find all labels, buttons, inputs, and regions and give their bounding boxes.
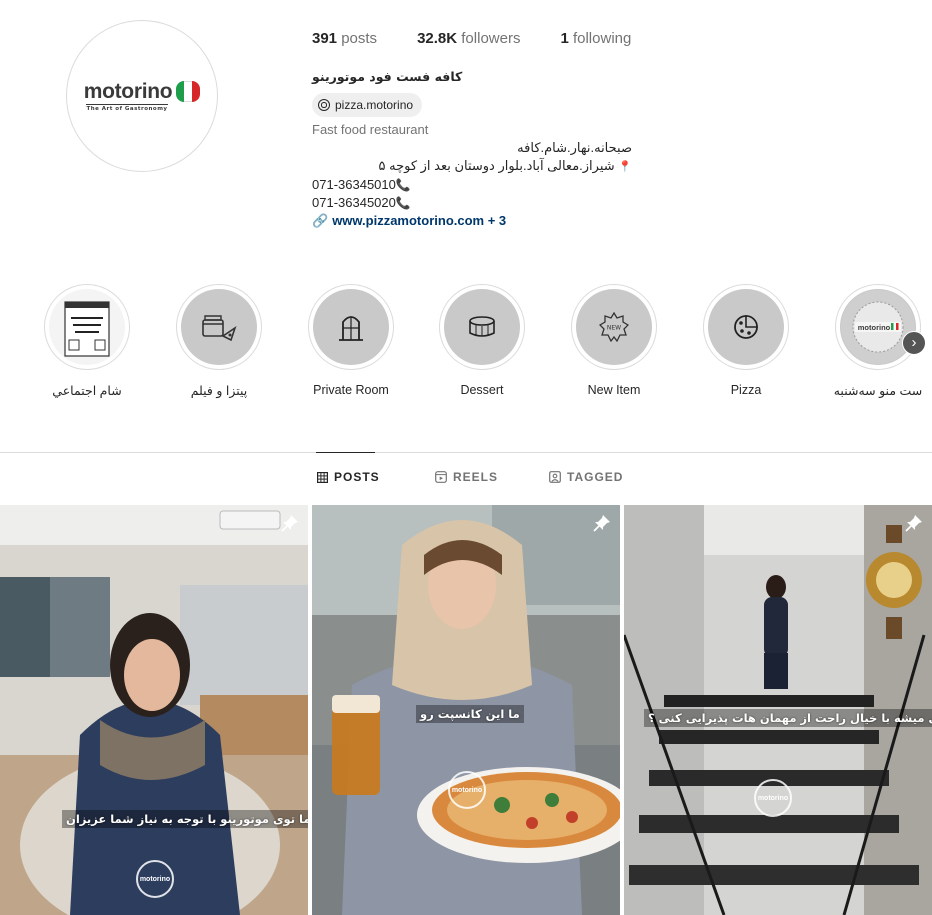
profile-stats: 391 posts 32.8K followers 1 following [312, 30, 671, 47]
phone-emoji-icon: 📞 [395, 196, 411, 210]
post-caption: ما توی موتورینو با توجه به نیاز شما عزیز… [62, 810, 308, 828]
highlight-ring [176, 284, 262, 370]
tab-posts[interactable]: POSTS [317, 470, 380, 484]
reels-icon [435, 471, 447, 483]
highlight-ring [308, 284, 394, 370]
profile-avatar[interactable]: motorino The Art of Gastronomy [66, 20, 218, 172]
post-tile[interactable]: ما این کانسپت رو motorino [312, 505, 620, 915]
film-pizza-icon [181, 289, 257, 365]
highlight-item[interactable]: Pizza [696, 284, 796, 397]
pizza-icon [708, 289, 784, 365]
highlight-ring: NEW [571, 284, 657, 370]
followers-stat[interactable]: 32.8K followers [417, 30, 520, 47]
bio-hours: صبحانه.نهار.شام.کافه [517, 140, 632, 155]
italian-flag-icon [176, 80, 201, 102]
motorino-logo: motorino [83, 79, 201, 103]
bio-phone-1: 071-36345010 [312, 177, 396, 192]
following-count: 1 [560, 30, 569, 47]
poster-icon [49, 289, 125, 365]
profile-category: Fast food restaurant [312, 122, 429, 137]
story-highlights: شام اجتماعي پیتزا و فیلم Private Room De… [0, 284, 932, 404]
highlight-item[interactable]: NEW New Item [564, 284, 664, 397]
grid-icon [317, 471, 328, 483]
highlight-ring [703, 284, 789, 370]
logo-word: motorino [83, 79, 173, 103]
posts-count: 391 [312, 30, 338, 47]
pinned-post-icon [281, 515, 298, 532]
svg-text:motorino: motorino [858, 323, 891, 332]
highlight-item[interactable]: شام اجتماعي [37, 284, 137, 398]
post-caption: ما این کانسپت رو [416, 705, 524, 723]
motorino-watermark: motorino [136, 860, 174, 898]
bio-address: شیراز.معالی آباد.بلوار دوستان بعد از کوچ… [378, 158, 615, 173]
highlights-next-button[interactable]: › [902, 331, 926, 355]
profile-full-name: کافه فست فود موتورینو [312, 69, 463, 84]
bio-link[interactable]: 🔗 www.pizzamotorino.com + 3 [312, 212, 632, 230]
watermark-text: motorino [757, 794, 789, 802]
post-tile[interactable]: چطوری میشه با خیال راحت از مهمان هات پذی… [624, 505, 932, 915]
watermark-text: motorino [139, 875, 171, 883]
motorino-watermark: motorino [448, 771, 486, 809]
tab-tagged[interactable]: TAGGED [549, 470, 623, 484]
link-icon: 🔗 [312, 213, 329, 228]
highlight-label: New Item [587, 383, 641, 397]
tab-reels[interactable]: REELS [435, 470, 498, 484]
new-badge-icon: NEW [576, 289, 652, 365]
bio-phone-2: 071-36345020 [312, 195, 396, 210]
logo-tagline: The Art of Gastronomy [86, 103, 168, 112]
following-stat[interactable]: 1 following [560, 30, 631, 47]
highlight-item[interactable]: پیتزا و فیلم [169, 284, 269, 398]
highlight-ring [439, 284, 525, 370]
highlight-ring [44, 284, 130, 370]
watermark-text: motorino [451, 786, 483, 794]
motorino-logo-icon: motorino [840, 289, 916, 365]
active-tab-indicator [316, 452, 375, 453]
tagged-icon [549, 471, 561, 483]
pin-emoji-icon: 📍 [618, 161, 632, 173]
threads-badge[interactable]: pizza.motorino [312, 93, 423, 117]
highlight-label: Dessert [460, 383, 504, 397]
post-tile[interactable]: ما توی موتورینو با توجه به نیاز شما عزیز… [0, 505, 308, 915]
bio-phone-1-line: 071-36345010📞 [312, 176, 632, 194]
posts-label: posts [341, 30, 378, 47]
pinned-post-icon [905, 515, 922, 532]
profile-bio: کافه فست فود موتورینو pizza.motorino Fas… [312, 68, 632, 230]
highlight-label: شام اجتماعي [52, 384, 122, 398]
bio-link-text: www.pizzamotorino.com + 3 [332, 213, 507, 228]
posts-stat: 391 posts [312, 30, 377, 47]
tab-tagged-label: TAGGED [567, 470, 624, 484]
phone-emoji-icon: 📞 [395, 178, 411, 192]
followers-count: 32.8K [417, 30, 458, 47]
highlight-item[interactable]: Dessert [432, 284, 532, 397]
bio-address-line: 📍 شیراز.معالی آباد.بلوار دوستان بعد از ک… [312, 157, 633, 176]
bio-phone-2-line: 071-36345020📞 [312, 194, 632, 212]
tab-posts-label: POSTS [334, 470, 380, 484]
highlight-label: پیتزا و فیلم [190, 384, 248, 398]
highlight-ring: motorino [835, 284, 921, 370]
highlight-label: Private Room [313, 383, 389, 397]
highlight-label: Pizza [730, 383, 762, 397]
post-caption: چطوری میشه با خیال راحت از مهمان هات پذی… [644, 709, 932, 727]
highlight-item[interactable]: Private Room [301, 284, 401, 397]
tab-reels-label: REELS [453, 470, 499, 484]
door-icon [313, 289, 389, 365]
post-thumbnail [0, 505, 308, 915]
following-label: following [572, 30, 632, 47]
followers-label: followers [461, 30, 521, 47]
highlight-label: ست منو سه‌شنبه [833, 384, 923, 398]
svg-text:NEW: NEW [607, 325, 621, 332]
threads-icon [318, 99, 330, 111]
motorino-watermark: motorino [754, 779, 792, 817]
tabs-divider [0, 452, 932, 453]
cake-icon [444, 289, 520, 365]
pinned-post-icon [593, 515, 610, 532]
threads-handle: pizza.motorino [335, 98, 414, 112]
